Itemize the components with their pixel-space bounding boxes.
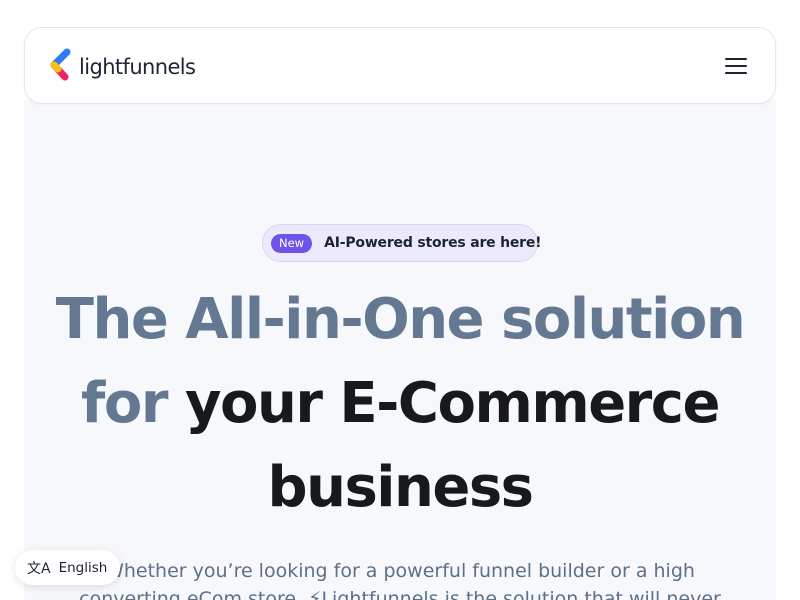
hamburger-menu-icon[interactable]: [721, 51, 751, 81]
announcement-text: AI-Powered stores are here!: [324, 235, 542, 251]
hero-headline: The All-in-One solution for your E-Comme…: [24, 278, 776, 530]
headline-muted-part-1: The All-in-One solution: [55, 287, 746, 352]
headline-muted-part-2: for: [81, 371, 168, 436]
new-tag: New: [271, 233, 313, 253]
language-label: English: [58, 559, 108, 576]
top-navbar: lightfunnels: [24, 27, 776, 104]
lightfunnels-logo-icon: [50, 48, 71, 80]
brand-logo-link[interactable]: lightfunnels: [48, 48, 196, 84]
headline-dark-part-1: your E-Commerce: [184, 371, 721, 436]
brand-name: lightfunnels: [79, 54, 196, 79]
language-switcher[interactable]: 文A English: [15, 550, 121, 585]
headline-dark-part-2: business: [267, 455, 535, 520]
hero-subtext: Whether you’re looking for a powerful fu…: [79, 560, 721, 600]
landing-page: lightfunnels New AI-Powered stores are h…: [0, 0, 800, 600]
announcement-badge[interactable]: New AI-Powered stores are here!: [262, 224, 542, 262]
translate-icon: 文A: [27, 560, 51, 577]
